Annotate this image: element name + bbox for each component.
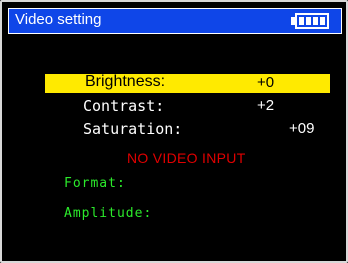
menu-item-contrast[interactable]: Contrast: +2 [45, 97, 330, 116]
title-bar: Video setting [8, 8, 342, 34]
page-title: Video setting [15, 11, 102, 28]
no-video-status: NO VIDEO INPUT [127, 150, 246, 166]
menu-item-value: +0 [257, 74, 275, 91]
menu-item-value: +2 [257, 97, 275, 114]
menu-item-saturation[interactable]: Saturation: +09 [45, 120, 330, 139]
menu-item-brightness[interactable]: Brightness: +0 [45, 73, 330, 93]
menu-item-label: Brightness: [85, 73, 166, 90]
battery-full-icon [291, 13, 331, 29]
menu-item-label: Contrast: [83, 97, 165, 115]
format-label: Format: [64, 176, 126, 191]
menu-item-label: Saturation: [83, 120, 183, 138]
osd-screen: Video setting Brightness: +0 Contrast: +… [0, 0, 348, 263]
amplitude-label: Amplitude: [64, 206, 153, 221]
menu-item-value: +09 [289, 120, 315, 137]
